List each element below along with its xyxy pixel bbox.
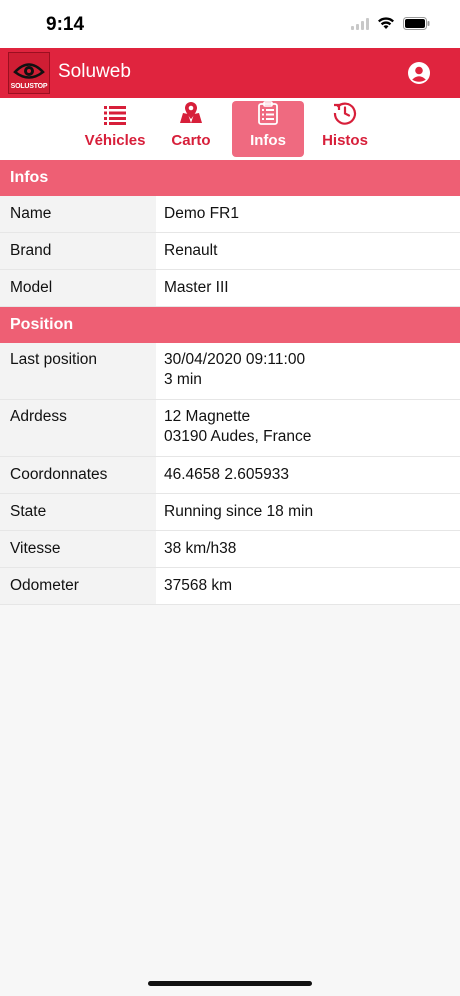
status-icons (351, 16, 430, 35)
signal-icon (351, 17, 369, 35)
info-row-speed: Vitesse 38 km/h38 (0, 531, 460, 568)
info-value: 37568 km (164, 577, 233, 594)
info-key: Name (0, 196, 156, 232)
tab-infos-label: Infos (250, 132, 286, 149)
info-row-address: Adrdess 12 Magnette 03190 Audes, France (0, 400, 460, 457)
tab-carto[interactable]: Carto (164, 101, 218, 157)
info-value: Running since 18 min (164, 503, 314, 520)
last-position-age: 3 min (164, 371, 202, 388)
history-icon (333, 101, 357, 129)
info-key: Model (0, 270, 156, 306)
info-value: 46.4658 2.605933 (164, 466, 289, 483)
info-value: 38 km/h38 (164, 540, 237, 557)
info-value: Renault (164, 242, 218, 259)
info-row-model: Model Master III (0, 270, 460, 307)
info-key: State (0, 494, 156, 530)
battery-icon (403, 16, 430, 35)
status-time: 9:14 (46, 14, 85, 35)
tab-vehicles-label: Véhicles (84, 132, 146, 149)
info-value: 30/04/2020 09:11:00 3 min (156, 343, 460, 399)
info-key: Adrdess (0, 400, 156, 456)
info-value: Master III (164, 279, 229, 296)
tab-infos[interactable]: Infos (232, 101, 304, 157)
info-key: Coordonnates (0, 457, 156, 493)
solustop-logo: SOLUSTOP (8, 52, 50, 94)
info-key: Odometer (0, 568, 156, 604)
section-header-infos: Infos (0, 160, 460, 196)
info-row-state: State Running since 18 min (0, 494, 460, 531)
info-row-last-position: Last position 30/04/2020 09:11:00 3 min (0, 343, 460, 400)
info-row-brand: Brand Renault (0, 233, 460, 270)
map-icon (179, 101, 203, 129)
tab-histos[interactable]: Histos (318, 101, 372, 157)
status-bar: 9:14 (0, 0, 460, 48)
info-row-coordinates: Coordonnates 46.4658 2.605933 (0, 457, 460, 494)
app-title: Soluweb (58, 61, 131, 82)
app-bar: SOLUSTOP Soluweb (0, 48, 460, 98)
info-row-name: Name Demo FR1 (0, 196, 460, 233)
tab-vehicles[interactable]: Véhicles (80, 101, 150, 157)
tab-carto-label: Carto (171, 132, 211, 149)
section-header-position: Position (0, 307, 460, 343)
tab-bar: Véhicles Carto Infos Histos (0, 98, 460, 160)
profile-icon[interactable] (408, 62, 430, 84)
last-position-datetime: 30/04/2020 09:11:00 (164, 351, 306, 368)
info-key: Last position (0, 343, 156, 399)
info-key: Brand (0, 233, 156, 269)
info-key: Vitesse (0, 531, 156, 567)
wifi-icon (377, 16, 395, 35)
list-icon (104, 105, 126, 129)
tab-histos-label: Histos (322, 132, 368, 149)
address-line2: 03190 Audes, France (164, 428, 312, 445)
info-row-odometer: Odometer 37568 km (0, 568, 460, 605)
info-value: Demo FR1 (164, 205, 239, 222)
logo-text: SOLUSTOP (10, 83, 48, 90)
home-indicator (148, 981, 312, 986)
clipboard-icon (258, 101, 278, 129)
info-value: 12 Magnette 03190 Audes, France (156, 400, 460, 456)
address-line1: 12 Magnette (164, 408, 251, 425)
